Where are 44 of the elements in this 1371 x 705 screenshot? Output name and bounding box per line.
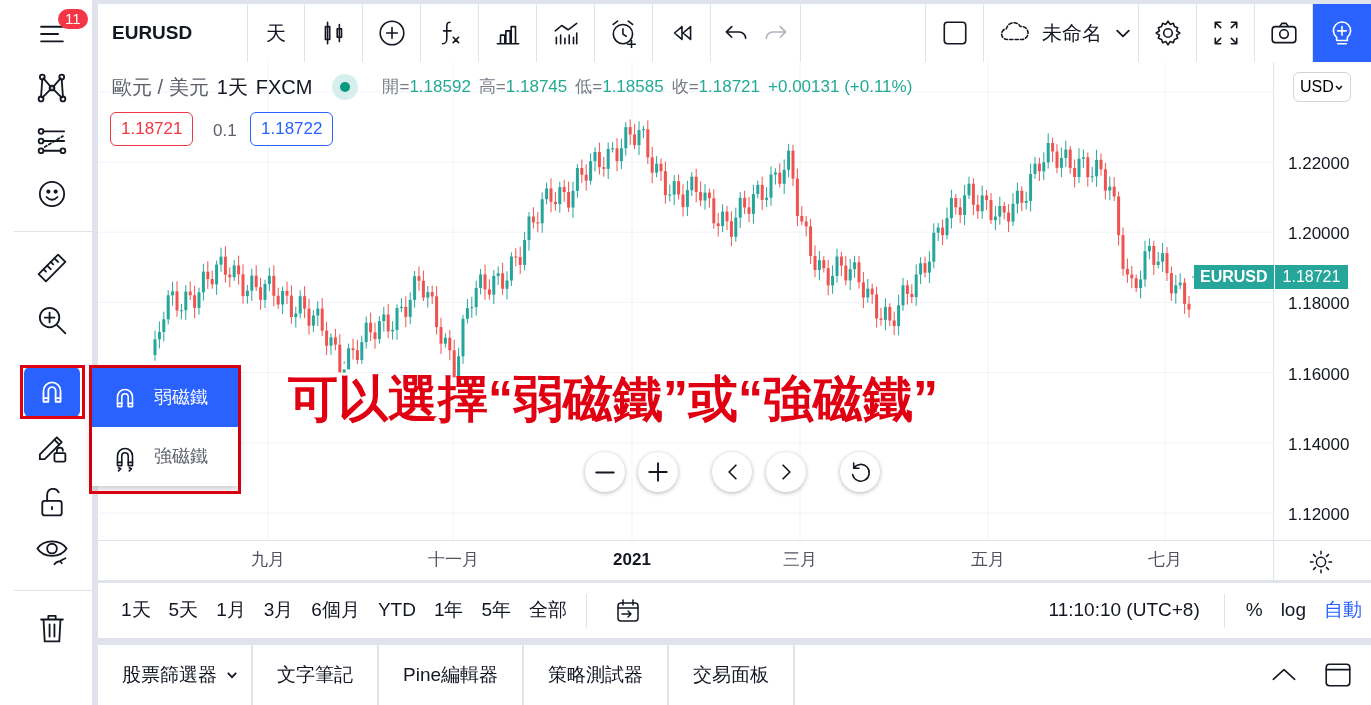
scale-toggle[interactable]: log xyxy=(1271,596,1315,625)
price-label: 1.22000 xyxy=(1288,153,1350,175)
price-value: 1.18721 xyxy=(1273,265,1349,290)
range-button[interactable]: 3月 xyxy=(254,596,303,625)
time-label: 三月 xyxy=(783,549,817,571)
symbol-title: 歐元 / 美元 xyxy=(112,75,209,100)
notification-badge: 11 xyxy=(58,9,88,29)
range-button[interactable]: 1年 xyxy=(424,596,473,625)
spread-label: 0.1 xyxy=(213,120,237,142)
range-button[interactable]: 全部 xyxy=(520,596,577,625)
ohlc-value: 低=1.18585 xyxy=(575,76,664,99)
range-button[interactable]: 5年 xyxy=(472,596,521,625)
symbol-label: EURUSD xyxy=(1199,267,1269,288)
time-label: 2021 xyxy=(613,549,651,571)
magnet-option[interactable]: 強磁鐵 xyxy=(92,427,238,486)
change-value: +0.00131 (+0.11%) xyxy=(768,76,913,99)
price-label: 1.20000 xyxy=(1288,223,1350,246)
magnet-option[interactable]: 弱磁鐵 xyxy=(92,368,238,427)
range-button[interactable]: 1天 xyxy=(112,596,160,625)
price-label: 1.14000 xyxy=(1288,433,1350,456)
price-label: 1.16000 xyxy=(1288,363,1350,386)
time-label: 七月 xyxy=(1148,549,1182,571)
scale-toggle[interactable]: 自動 xyxy=(1315,596,1371,625)
interval-label: 1天 xyxy=(216,75,248,100)
range-button[interactable]: YTD xyxy=(368,596,425,625)
ohlc-value: 開=1.18592 xyxy=(382,76,471,99)
price-label: 1.12000 xyxy=(1288,504,1350,526)
scale-toggle[interactable]: % xyxy=(1236,596,1272,625)
buy-price-button[interactable]: 1.18722 xyxy=(250,112,334,146)
time-label: 十一月 xyxy=(427,549,479,571)
range-button[interactable]: 6個月 xyxy=(302,596,369,625)
layout-name: 未命名 xyxy=(1042,21,1102,46)
ohlc-value: 高=1.18745 xyxy=(478,76,568,99)
annotation-text: 可以選擇“弱磁鐵”或“強磁鐵” xyxy=(288,372,938,426)
clock-label: 11:10:10 (UTC+8) xyxy=(1048,598,1200,623)
range-button[interactable]: 1月 xyxy=(207,596,255,625)
time-label: 五月 xyxy=(971,549,1005,571)
range-button[interactable]: 5天 xyxy=(159,596,208,625)
source-label: FXCM xyxy=(255,75,313,100)
ohlc-value: 收=1.18721 xyxy=(671,76,761,99)
price-label: 1.18000 xyxy=(1288,293,1350,316)
time-label: 九月 xyxy=(251,549,285,571)
currency-dropdown[interactable]: USD xyxy=(1293,72,1351,102)
sell-price-button[interactable]: 1.18721 xyxy=(110,112,194,146)
